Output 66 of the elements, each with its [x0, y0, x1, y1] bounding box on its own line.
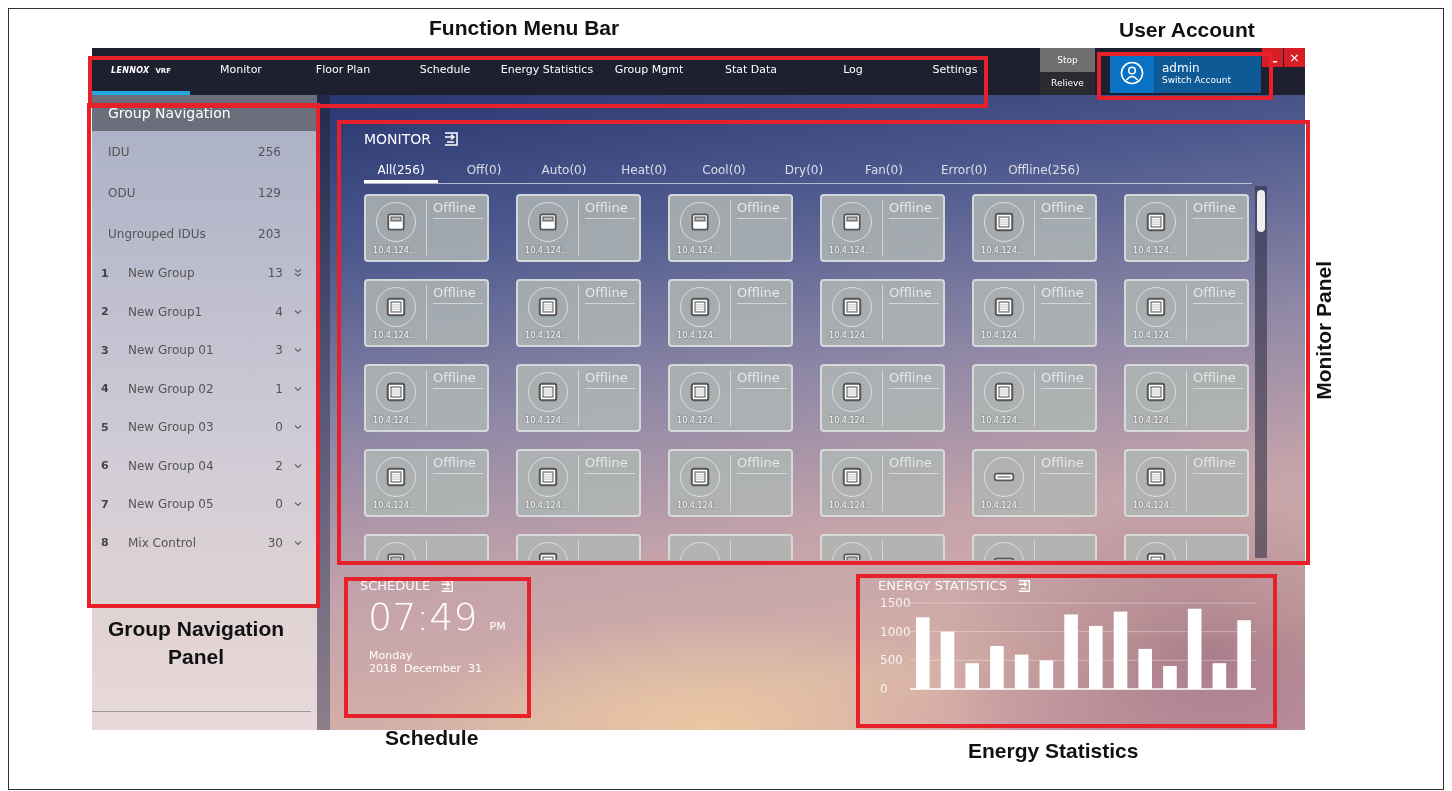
device-address: 10.4.124....	[1133, 416, 1179, 425]
device-status: Offline	[585, 200, 635, 219]
schedule-title: SCHEDULE	[360, 578, 431, 593]
device-status: Offline	[1041, 285, 1091, 304]
callout-label: Function Menu Bar	[429, 16, 620, 40]
device-status: Offline	[585, 370, 635, 389]
device-address: 10.4.124....	[981, 501, 1027, 510]
energy-title: ENERGY STATISTICS	[878, 578, 1007, 593]
axis-tick-label: 1000	[880, 624, 911, 639]
switch-account-label: Switch Account	[1162, 74, 1231, 85]
device-status: Offline	[737, 285, 787, 304]
device-address: 10.4.124....	[373, 246, 419, 255]
device-status: Offline	[1193, 200, 1243, 219]
device-address: 10.4.124....	[677, 246, 723, 255]
device-address: 10.4.124....	[677, 331, 723, 340]
monitor-title: MONITOR	[364, 131, 431, 147]
device-address: 10.4.124....	[1133, 501, 1179, 510]
device-status: Offline	[889, 285, 939, 304]
axis-tick-label: 1500	[880, 596, 911, 610]
device-status: Offline	[433, 285, 483, 304]
device-status: Offline	[1041, 200, 1091, 219]
axis-tick-label: 500	[880, 653, 903, 668]
date-month: December	[404, 662, 462, 675]
device-address: 10.4.124....	[373, 331, 419, 340]
device-status: Offline	[433, 200, 483, 219]
device-address: 10.4.124....	[981, 416, 1027, 425]
date-year: 2018	[369, 662, 397, 675]
callout-label: User Account	[1119, 18, 1255, 42]
callout-label: Monitor Panel	[1312, 261, 1336, 400]
device-address: 10.4.124....	[981, 331, 1027, 340]
device-status: Offline	[737, 370, 787, 389]
device-address: 10.4.124....	[981, 246, 1027, 255]
device-address: 10.4.124....	[373, 416, 419, 425]
date-day: 31	[468, 662, 483, 675]
device-status: Offline	[433, 370, 483, 389]
device-status: Offline	[585, 455, 635, 474]
device-address: 10.4.124....	[829, 416, 875, 425]
device-address: 10.4.124....	[1133, 331, 1179, 340]
device-status: Offline	[1041, 370, 1091, 389]
device-status: Offline	[433, 455, 483, 474]
callout-label: Schedule	[385, 726, 479, 750]
device-status: Offline	[889, 370, 939, 389]
device-status: Offline	[889, 200, 939, 219]
device-address: 10.4.124....	[525, 501, 571, 510]
device-address: 10.4.124....	[829, 246, 875, 255]
device-status: Offline	[1193, 285, 1243, 304]
callout-label: Energy Statistics	[968, 739, 1139, 763]
device-status: Offline	[737, 455, 787, 474]
device-address: 10.4.124....	[1133, 246, 1179, 255]
device-address: 10.4.124....	[829, 501, 875, 510]
clock-meridiem: PM	[489, 620, 506, 633]
device-status: Offline	[1193, 370, 1243, 389]
device-address: 10.4.124....	[373, 501, 419, 510]
clock-time: 07:49	[368, 595, 478, 639]
device-address: 10.4.124....	[525, 416, 571, 425]
axis-tick-label: 0	[880, 682, 888, 696]
device-status: Offline	[737, 200, 787, 219]
device-address: 10.4.124....	[525, 331, 571, 340]
callout-label: Group Navigation Panel	[106, 616, 286, 670]
account-name: admin	[1162, 60, 1201, 75]
device-address: 10.4.124....	[829, 331, 875, 340]
weekday: Monday	[368, 649, 414, 662]
device-status: Offline	[585, 285, 635, 304]
device-address: 10.4.124....	[677, 501, 723, 510]
device-address: 10.4.124....	[677, 416, 723, 425]
device-address: 10.4.124....	[525, 246, 571, 255]
